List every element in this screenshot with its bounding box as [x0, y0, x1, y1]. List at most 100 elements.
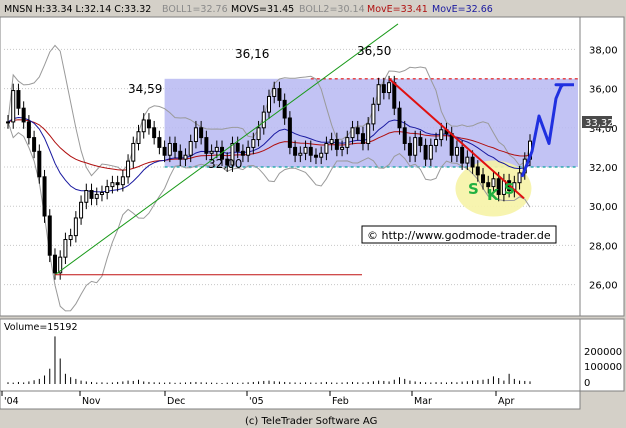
price-bar-body: [298, 152, 303, 156]
price-bar-body: [183, 154, 188, 160]
price-bar-body: [319, 152, 324, 158]
date-tick-label: Apr: [498, 396, 515, 407]
price-bar-body: [324, 142, 329, 154]
price-bar-body: [428, 144, 433, 160]
price-bar-body: [517, 172, 522, 184]
price-bar-body: [146, 119, 151, 129]
price-bar-body: [313, 154, 318, 158]
date-tick-label: '04: [4, 396, 19, 407]
price-bar-body: [267, 95, 271, 113]
price-bar-body: [131, 142, 136, 162]
price-bar-body: [52, 254, 57, 274]
price-bar-body: [89, 190, 94, 199]
sks-s-left: S: [468, 180, 479, 198]
movs: MOVS=31.45: [231, 4, 294, 15]
price-bar-body: [188, 141, 193, 156]
price-bar-body: [475, 166, 480, 176]
price-tick-label: 32,00: [589, 163, 618, 174]
range-rectangle: [164, 78, 578, 167]
watermark-link[interactable]: © http://www.godmode-trader.de: [367, 229, 551, 242]
price-bar-body: [120, 176, 125, 186]
price-tick-label: 36,00: [589, 85, 618, 96]
price-bar-body: [73, 217, 78, 237]
price-tick-label: 30,00: [589, 202, 618, 213]
price-bar-body: [79, 201, 84, 219]
price-tick-label: 26,00: [589, 281, 618, 292]
price-bar-body: [329, 139, 334, 144]
footer: (c) TeleTrader Software AG: [245, 416, 377, 427]
price-bar-body: [178, 150, 183, 160]
price-bar-body: [110, 182, 115, 188]
price-bar-body: [413, 137, 418, 156]
price-bar-body: [439, 129, 444, 141]
price-bar-body: [105, 186, 110, 193]
volume-tick-0: 0: [584, 378, 590, 389]
price-bar-body: [16, 90, 21, 109]
volume-tick-100000: 100000: [584, 362, 622, 373]
price-bar-body: [193, 127, 198, 143]
price-bar-body: [376, 84, 381, 105]
price-bar-body: [167, 142, 172, 156]
price-bar-body: [366, 123, 371, 144]
price-bar-body: [63, 239, 68, 258]
price-bar-body: [465, 156, 470, 164]
price-bar-body: [360, 133, 365, 144]
header: MNSN H:33.34 L:32.14 C:33.32 BOLL1=32.76…: [4, 4, 493, 15]
price-bar-body: [381, 84, 386, 94]
price-bar-body: [334, 139, 339, 150]
price-bar-body: [94, 193, 99, 199]
price-bar-body: [235, 142, 240, 152]
date-tick-label: '05: [249, 396, 264, 407]
price-bar-body: [308, 146, 313, 156]
price-bar-body: [21, 107, 26, 123]
last-price: 33,32: [585, 118, 614, 129]
price-bar-body: [141, 119, 146, 133]
peak-label-1: 34,59: [128, 82, 162, 96]
price-bar-body: [397, 107, 402, 129]
price-bar-body: [173, 142, 178, 152]
price-bar-body: [199, 127, 204, 139]
price-bar-body: [42, 176, 47, 217]
price-bar-body: [287, 117, 292, 148]
peak-label-3: 36,50: [357, 44, 391, 58]
price-bar-body: [303, 146, 308, 154]
price-bar-body: [256, 127, 261, 141]
price-bar-body: [136, 131, 141, 144]
price-bar-body: [37, 150, 42, 178]
price-bar-body: [32, 137, 37, 152]
price-bar-body: [454, 146, 459, 156]
price-bar-body: [26, 121, 31, 139]
price-bar-body: [214, 146, 219, 152]
price-tick-label: 28,00: [589, 241, 618, 252]
price-bar-body: [423, 144, 428, 160]
price-bar-body: [11, 90, 16, 123]
sks-k: K: [487, 186, 500, 204]
price-bar-body: [282, 99, 287, 119]
price-bar-body: [402, 127, 407, 144]
price-bar-body: [277, 88, 282, 101]
date-tick-label: Mar: [414, 396, 432, 407]
price-bar-body: [392, 82, 397, 109]
price-bar-body: [407, 142, 412, 156]
price-bar-body: [209, 150, 214, 154]
price-bar-body: [350, 127, 355, 139]
price-bar-body: [126, 160, 131, 178]
price-bar-body: [47, 215, 52, 256]
boll2: BOLL2=30.14: [299, 4, 365, 15]
price-bar-body: [6, 121, 10, 124]
price-bar-body: [470, 156, 475, 168]
chart-stage: 34,59 36,16 36,50 32,00 S K S © http://w…: [0, 0, 626, 428]
price-bar-body: [251, 139, 256, 148]
price-bar-body: [355, 127, 360, 135]
date-tick-label: Nov: [82, 396, 101, 407]
date-tick-label: Feb: [332, 396, 349, 407]
price-bar-body: [371, 103, 376, 125]
volume-label: Volume=15192: [4, 322, 78, 333]
price-bar-body: [240, 150, 245, 156]
price-bar-body: [293, 146, 298, 156]
price-bar-body: [261, 111, 266, 129]
date-tick-label: Dec: [167, 396, 185, 407]
price-bar-body: [387, 82, 392, 94]
move2: MovE=32.66: [432, 4, 493, 15]
price-bar-body: [272, 88, 277, 97]
